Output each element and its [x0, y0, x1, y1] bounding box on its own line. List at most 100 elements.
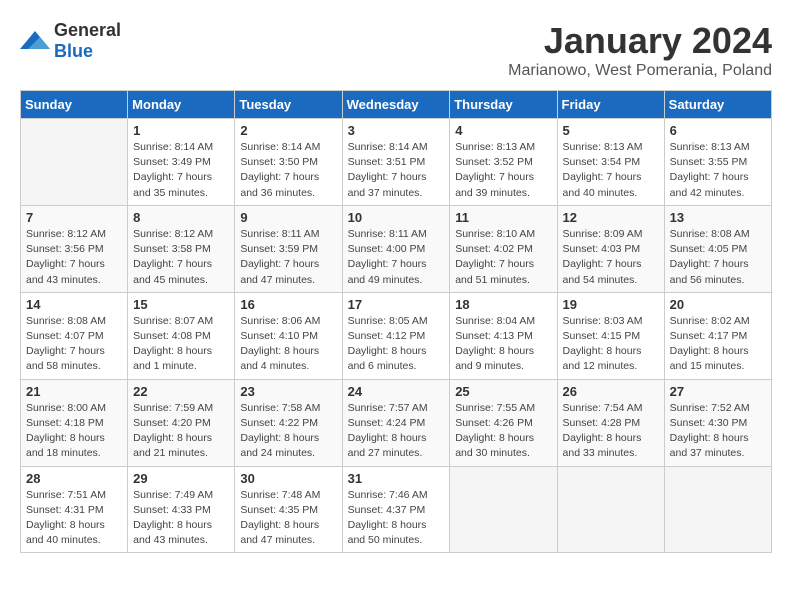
day-info: Sunrise: 8:09 AM Sunset: 4:03 PM Dayligh… [563, 227, 659, 288]
day-number: 14 [26, 297, 122, 312]
calendar-cell: 22 Sunrise: 7:59 AM Sunset: 4:20 PM Dayli… [128, 379, 235, 466]
day-number: 20 [670, 297, 766, 312]
day-number: 31 [348, 471, 445, 486]
calendar-cell [557, 466, 664, 553]
calendar-cell: 19 Sunrise: 8:03 AM Sunset: 4:15 PM Dayli… [557, 292, 664, 379]
calendar-cell [450, 466, 557, 553]
logo-general: General [54, 20, 121, 40]
calendar-cell: 8 Sunrise: 8:12 AM Sunset: 3:58 PM Daylig… [128, 205, 235, 292]
day-number: 13 [670, 210, 766, 225]
calendar-cell: 21Sunrise: 8:00 AM Sunset: 4:18 PM Dayli… [21, 379, 128, 466]
day-info: Sunrise: 7:52 AM Sunset: 4:30 PM Dayligh… [670, 401, 766, 462]
day-number: 8 [133, 210, 229, 225]
location-title: Marianowo, West Pomerania, Poland [508, 62, 772, 80]
day-number: 23 [240, 384, 336, 399]
day-info: Sunrise: 8:08 AM Sunset: 4:07 PM Dayligh… [26, 314, 122, 375]
logo: General Blue [20, 20, 121, 62]
day-number: 28 [26, 471, 122, 486]
day-info: Sunrise: 8:13 AM Sunset: 3:55 PM Dayligh… [670, 140, 766, 201]
calendar-cell: 15 Sunrise: 8:07 AM Sunset: 4:08 PM Dayli… [128, 292, 235, 379]
day-info: Sunrise: 8:04 AM Sunset: 4:13 PM Dayligh… [455, 314, 551, 375]
day-number: 16 [240, 297, 336, 312]
day-info: Sunrise: 8:12 AM Sunset: 3:56 PM Dayligh… [26, 227, 122, 288]
day-number: 6 [670, 123, 766, 138]
day-number: 17 [348, 297, 445, 312]
day-info: Sunrise: 8:14 AM Sunset: 3:51 PM Dayligh… [348, 140, 445, 201]
day-number: 7 [26, 210, 122, 225]
day-info: Sunrise: 8:13 AM Sunset: 3:54 PM Dayligh… [563, 140, 659, 201]
calendar-cell: 12 Sunrise: 8:09 AM Sunset: 4:03 PM Dayli… [557, 205, 664, 292]
day-info: Sunrise: 8:12 AM Sunset: 3:58 PM Dayligh… [133, 227, 229, 288]
day-number: 10 [348, 210, 445, 225]
day-info: Sunrise: 7:48 AM Sunset: 4:35 PM Dayligh… [240, 488, 336, 549]
weekday-header: Wednesday [342, 91, 450, 119]
calendar-cell: 28 Sunrise: 7:51 AM Sunset: 4:31 PM Dayli… [21, 466, 128, 553]
logo-text: General Blue [54, 20, 121, 62]
day-number: 19 [563, 297, 659, 312]
day-info: Sunrise: 7:57 AM Sunset: 4:24 PM Dayligh… [348, 401, 445, 462]
day-number: 27 [670, 384, 766, 399]
calendar-cell: 26Sunrise: 7:54 AM Sunset: 4:28 PM Dayli… [557, 379, 664, 466]
day-info: Sunrise: 7:49 AM Sunset: 4:33 PM Dayligh… [133, 488, 229, 549]
day-info: Sunrise: 7:46 AM Sunset: 4:37 PM Dayligh… [348, 488, 445, 549]
calendar-cell: 13 Sunrise: 8:08 AM Sunset: 4:05 PM Dayli… [664, 205, 771, 292]
day-number: 15 [133, 297, 229, 312]
calendar-cell: 11Sunrise: 8:10 AM Sunset: 4:02 PM Dayli… [450, 205, 557, 292]
day-info: Sunrise: 8:13 AM Sunset: 3:52 PM Dayligh… [455, 140, 551, 201]
calendar-cell: 10Sunrise: 8:11 AM Sunset: 4:00 PM Dayli… [342, 205, 450, 292]
calendar-cell: 9Sunrise: 8:11 AM Sunset: 3:59 PM Daylig… [235, 205, 342, 292]
calendar-week-row: 1 Sunrise: 8:14 AM Sunset: 3:49 PM Daylig… [21, 119, 772, 206]
calendar-header-row: SundayMondayTuesdayWednesdayThursdayFrid… [21, 91, 772, 119]
day-info: Sunrise: 7:51 AM Sunset: 4:31 PM Dayligh… [26, 488, 122, 549]
weekday-header: Thursday [450, 91, 557, 119]
day-info: Sunrise: 8:08 AM Sunset: 4:05 PM Dayligh… [670, 227, 766, 288]
day-number: 5 [563, 123, 659, 138]
day-info: Sunrise: 8:03 AM Sunset: 4:15 PM Dayligh… [563, 314, 659, 375]
title-block: January 2024 Marianowo, West Pomerania, … [508, 20, 772, 80]
day-number: 24 [348, 384, 445, 399]
day-info: Sunrise: 8:14 AM Sunset: 3:49 PM Dayligh… [133, 140, 229, 201]
calendar-cell: 4 Sunrise: 8:13 AM Sunset: 3:52 PM Daylig… [450, 119, 557, 206]
day-number: 26 [563, 384, 659, 399]
weekday-header: Saturday [664, 91, 771, 119]
day-number: 1 [133, 123, 229, 138]
day-info: Sunrise: 8:06 AM Sunset: 4:10 PM Dayligh… [240, 314, 336, 375]
calendar-cell: 24 Sunrise: 7:57 AM Sunset: 4:24 PM Dayli… [342, 379, 450, 466]
logo-icon [20, 29, 50, 53]
calendar-cell: 17 Sunrise: 8:05 AM Sunset: 4:12 PM Dayli… [342, 292, 450, 379]
day-number: 21 [26, 384, 122, 399]
day-info: Sunrise: 8:14 AM Sunset: 3:50 PM Dayligh… [240, 140, 336, 201]
calendar-cell: 7 Sunrise: 8:12 AM Sunset: 3:56 PM Daylig… [21, 205, 128, 292]
day-info: Sunrise: 8:05 AM Sunset: 4:12 PM Dayligh… [348, 314, 445, 375]
calendar-cell: 1 Sunrise: 8:14 AM Sunset: 3:49 PM Daylig… [128, 119, 235, 206]
day-number: 3 [348, 123, 445, 138]
calendar-cell: 16 Sunrise: 8:06 AM Sunset: 4:10 PM Dayli… [235, 292, 342, 379]
calendar-week-row: 14 Sunrise: 8:08 AM Sunset: 4:07 PM Dayli… [21, 292, 772, 379]
weekday-header: Friday [557, 91, 664, 119]
day-info: Sunrise: 8:10 AM Sunset: 4:02 PM Dayligh… [455, 227, 551, 288]
calendar-cell: 6 Sunrise: 8:13 AM Sunset: 3:55 PM Daylig… [664, 119, 771, 206]
day-number: 2 [240, 123, 336, 138]
calendar-week-row: 7 Sunrise: 8:12 AM Sunset: 3:56 PM Daylig… [21, 205, 772, 292]
month-title: January 2024 [508, 20, 772, 62]
calendar-cell [664, 466, 771, 553]
day-number: 25 [455, 384, 551, 399]
day-info: Sunrise: 8:07 AM Sunset: 4:08 PM Dayligh… [133, 314, 229, 375]
calendar-week-row: 21Sunrise: 8:00 AM Sunset: 4:18 PM Dayli… [21, 379, 772, 466]
day-info: Sunrise: 7:55 AM Sunset: 4:26 PM Dayligh… [455, 401, 551, 462]
calendar-cell: 14 Sunrise: 8:08 AM Sunset: 4:07 PM Dayli… [21, 292, 128, 379]
day-info: Sunrise: 7:59 AM Sunset: 4:20 PM Dayligh… [133, 401, 229, 462]
calendar-cell: 2 Sunrise: 8:14 AM Sunset: 3:50 PM Daylig… [235, 119, 342, 206]
day-number: 12 [563, 210, 659, 225]
day-number: 30 [240, 471, 336, 486]
day-number: 22 [133, 384, 229, 399]
calendar-cell: 5 Sunrise: 8:13 AM Sunset: 3:54 PM Daylig… [557, 119, 664, 206]
page-header: General Blue January 2024 Marianowo, Wes… [20, 20, 772, 80]
day-number: 4 [455, 123, 551, 138]
weekday-header: Tuesday [235, 91, 342, 119]
day-number: 9 [240, 210, 336, 225]
calendar-cell: 23Sunrise: 7:58 AM Sunset: 4:22 PM Dayli… [235, 379, 342, 466]
day-number: 29 [133, 471, 229, 486]
calendar-cell: 31 Sunrise: 7:46 AM Sunset: 4:37 PM Dayli… [342, 466, 450, 553]
weekday-header: Sunday [21, 91, 128, 119]
